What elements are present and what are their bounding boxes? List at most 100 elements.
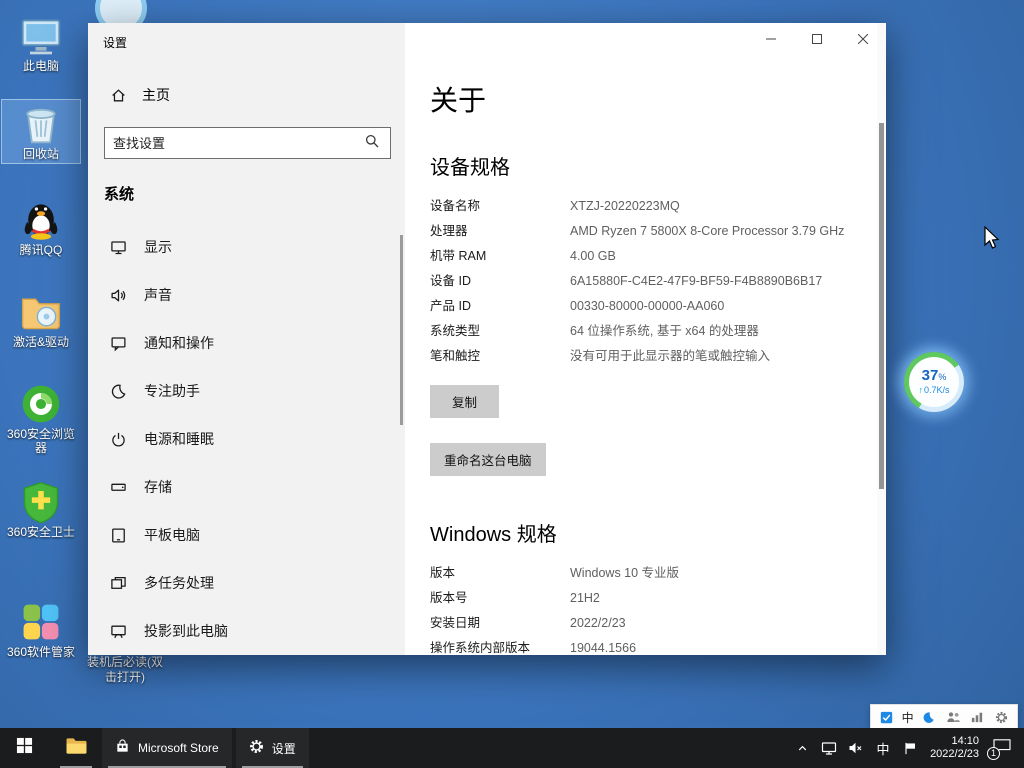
windows-spec-table: 版本 Windows 10 专业版 版本号 21H2 安装日期 2022/2/2… [430, 561, 886, 661]
taskbar: Microsoft Store 设置 中 14:10 2022/2/23 1 [0, 728, 1024, 768]
desktop-icon-this-pc[interactable]: 此电脑 [2, 12, 80, 75]
spec-row: 操作系统内部版本 19044.1566 [430, 636, 886, 661]
ime-indicator[interactable]: 中 [874, 739, 892, 758]
sidebar-item-focus-assist[interactable]: 专注助手 [88, 367, 405, 415]
file-explorer-icon [65, 736, 88, 760]
start-button[interactable] [0, 728, 48, 768]
window-title: 设置 [103, 34, 127, 51]
spec-row: 版本 Windows 10 专业版 [430, 561, 886, 586]
desktop-icon-readme-label[interactable]: 装机后必读(双击打开) [84, 655, 166, 685]
spec-value: 19044.1566 [570, 640, 636, 657]
taskbar-file-explorer[interactable] [54, 728, 98, 768]
taskbar-clock[interactable]: 14:10 2022/2/23 [930, 735, 979, 761]
sidebar-item-display[interactable]: 显示 [88, 223, 405, 271]
show-hidden-icons-chevron[interactable] [793, 739, 811, 757]
spec-value: 64 位操作系统, 基于 x64 的处理器 [570, 323, 759, 340]
copy-button[interactable]: 复制 [430, 385, 499, 418]
spec-row: 处理器 AMD Ryzen 7 5800X 8-Core Processor 3… [430, 219, 886, 244]
taskbar-settings[interactable]: 设置 [236, 728, 309, 768]
maximize-button[interactable] [794, 23, 840, 55]
memory-percent: 37% [922, 368, 947, 385]
checkbox-app-icon[interactable] [877, 708, 895, 726]
recycle-bin-icon [19, 102, 63, 146]
network-icon[interactable] [820, 739, 838, 757]
sidebar-scrollbar[interactable] [400, 235, 403, 425]
spec-label: 版本号 [430, 590, 570, 607]
rename-pc-button[interactable]: 重命名这台电脑 [430, 443, 546, 476]
speed-widget[interactable]: 37% ↑0.7K/s [904, 352, 964, 412]
gear-icon [249, 739, 264, 757]
desktop-icon-360-safe[interactable]: 360安全卫士 [2, 478, 80, 541]
sound-icon [110, 287, 127, 304]
sidebar-item-tablet[interactable]: 平板电脑 [88, 511, 405, 559]
scrollbar-thumb[interactable] [879, 123, 884, 489]
this-pc-icon [19, 14, 63, 58]
sidebar-item-label: 存储 [144, 477, 172, 497]
close-button[interactable] [840, 23, 886, 55]
sidebar-nav: 显示 声音 通知和操作 专注助手 电源和睡眠 [88, 223, 405, 655]
360-browser-icon [19, 382, 63, 426]
taskbar-button-label: Microsoft Store [138, 741, 219, 755]
desktop-icon-tencent-qq[interactable]: 腾讯QQ [2, 196, 80, 259]
spec-value: 没有可用于此显示器的笔或触控输入 [570, 348, 770, 365]
sidebar-item-notifications[interactable]: 通知和操作 [88, 319, 405, 367]
sidebar-item-projecting[interactable]: 投影到此电脑 [88, 607, 405, 655]
clock-time: 14:10 [930, 735, 979, 748]
windows-logo-icon [16, 737, 33, 759]
sidebar-item-power-sleep[interactable]: 电源和睡眠 [88, 415, 405, 463]
sidebar-section-title: 系统 [104, 183, 134, 204]
sidebar-item-label: 电源和睡眠 [144, 429, 214, 449]
sidebar-item-sound[interactable]: 声音 [88, 271, 405, 319]
security-flag-icon[interactable] [901, 739, 919, 757]
desktop-icon-label: 此电脑 [2, 59, 80, 73]
about-page: 关于 设备规格 设备名称 XTZJ-20220223MQ 处理器 AMD Ryz… [405, 23, 886, 655]
desktop-icon-360-browser[interactable]: 360安全浏览器 [2, 380, 80, 457]
sidebar-home[interactable]: 主页 [110, 85, 170, 105]
page-title: 关于 [430, 79, 886, 119]
spec-value: 2022/2/23 [570, 615, 626, 632]
sidebar-item-storage[interactable]: 存储 [88, 463, 405, 511]
spec-label: 产品 ID [430, 298, 570, 315]
desktop-icon-label: 360安全卫士 [2, 525, 80, 539]
spec-row: 笔和触控 没有可用于此显示器的笔或触控输入 [430, 344, 886, 369]
taskbar-microsoft-store[interactable]: Microsoft Store [102, 728, 232, 768]
spec-row: 设备 ID 6A15880F-C4E2-47F9-BF59-F4B8890B6B… [430, 269, 886, 294]
desktop-icon-360-manager[interactable]: 360软件管家 [2, 598, 80, 661]
spec-label: 系统类型 [430, 323, 570, 340]
desktop-icon-label: 360安全浏览器 [2, 427, 80, 455]
people-app-icon[interactable] [944, 708, 962, 726]
spec-value: 00330-80000-00000-AA060 [570, 298, 724, 315]
power-icon [110, 431, 127, 448]
desktop-icon-label: 激活&驱动 [2, 335, 80, 349]
desktop-icon-label: 回收站 [2, 147, 80, 161]
settings-window: 设置 主页 系统 显示 [88, 23, 886, 655]
multitasking-icon [110, 575, 127, 592]
360-shield-icon [19, 480, 63, 524]
spec-value: XTZJ-20220223MQ [570, 198, 680, 215]
volume-muted-icon[interactable] [847, 739, 865, 757]
spec-row: 系统类型 64 位操作系统, 基于 x64 的处理器 [430, 319, 886, 344]
spec-row: 安装日期 2022/2/23 [430, 611, 886, 636]
moon-app-icon[interactable] [920, 708, 938, 726]
minimize-button[interactable] [748, 23, 794, 55]
taskbar-button-label: 设置 [272, 740, 296, 757]
search-icon[interactable] [364, 133, 382, 154]
spec-label: 设备 ID [430, 273, 570, 290]
device-spec-table: 设备名称 XTZJ-20220223MQ 处理器 AMD Ryzen 7 580… [430, 194, 886, 369]
sidebar-item-label: 声音 [144, 285, 172, 305]
speed-widget-body: 37% ↑0.7K/s [909, 357, 959, 407]
spec-label: 笔和触控 [430, 348, 570, 365]
search-input[interactable] [105, 136, 364, 151]
sidebar-item-multitasking[interactable]: 多任务处理 [88, 559, 405, 607]
spec-label: 版本 [430, 565, 570, 582]
stats-app-icon[interactable] [968, 708, 986, 726]
microsoft-store-icon [115, 739, 130, 757]
windows-spec-heading: Windows 规格 [430, 518, 886, 547]
search-box[interactable] [104, 127, 391, 159]
window-controls [748, 23, 886, 55]
overflow-ime-icon[interactable]: 中 [902, 709, 914, 726]
action-center-button[interactable]: 1 [990, 736, 1014, 760]
desktop-icon-recycle-bin[interactable]: 回收站 [2, 100, 80, 163]
gear-app-icon[interactable] [993, 708, 1011, 726]
desktop-icon-activate-driver[interactable]: 激活&驱动 [2, 288, 80, 351]
